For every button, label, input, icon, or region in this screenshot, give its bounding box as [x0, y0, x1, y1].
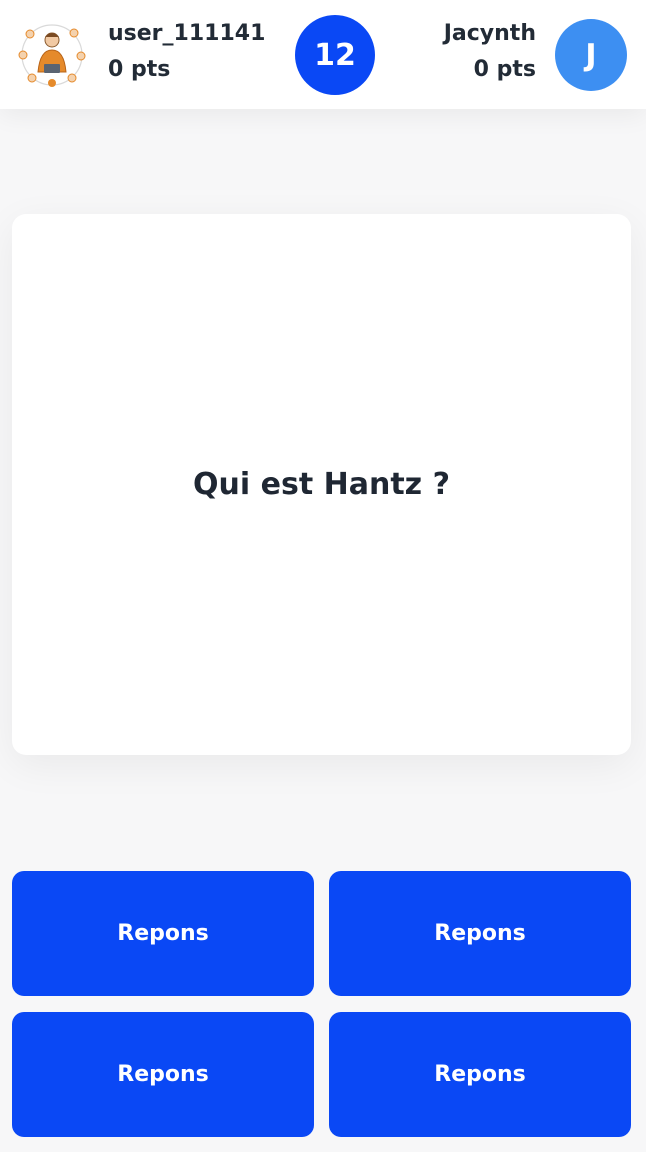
countdown-timer: 12: [295, 15, 375, 95]
answer-button-4[interactable]: Repons: [329, 1012, 631, 1137]
opponent-name: Jacynth: [443, 21, 536, 46]
player-name: user_111141: [108, 21, 266, 46]
match-header: user_111141 0 pts 12 Jacynth 0 pts J: [0, 0, 646, 109]
player-info: user_111141 0 pts: [108, 18, 265, 90]
answer-button-2[interactable]: Repons: [329, 871, 631, 996]
player-avatar: [14, 20, 90, 90]
opponent-score: 0 pts: [473, 57, 536, 82]
user-illustration-avatar-icon: [18, 24, 86, 87]
opponent-avatar: J: [555, 19, 627, 91]
quiz-screen: user_111141 0 pts 12 Jacynth 0 pts J Qui…: [0, 0, 646, 1152]
opponent-info: Jacynth 0 pts: [444, 18, 536, 90]
player-score: 0 pts: [108, 57, 171, 82]
question-card: Qui est Hantz ?: [12, 214, 631, 755]
answer-button-3[interactable]: Repons: [12, 1012, 314, 1137]
question-text: Qui est Hantz ?: [193, 467, 450, 502]
answer-button-1[interactable]: Repons: [12, 871, 314, 996]
